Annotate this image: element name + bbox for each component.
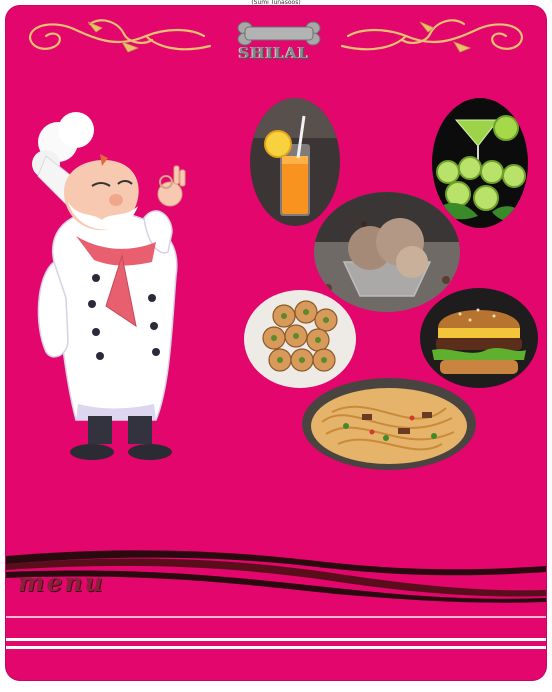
bottom-stripes: [6, 616, 546, 649]
menu-card: SHILAL menu: [6, 6, 546, 680]
